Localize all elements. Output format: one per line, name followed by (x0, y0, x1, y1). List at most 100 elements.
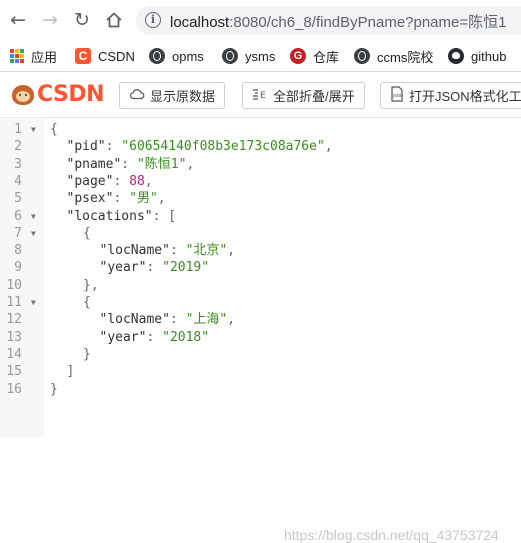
json-punctuation: : (146, 329, 163, 345)
json-key: "pname" (66, 156, 122, 172)
code-line[interactable]: 5 "psex": "男", (0, 190, 521, 207)
bookmark-label: CSDN (98, 48, 135, 64)
fold-toggle-icon[interactable]: ▼ (31, 225, 39, 242)
bookmark-ccms[interactable]: ccms院校 (354, 46, 433, 66)
json-key: "page" (66, 173, 114, 189)
json-editor[interactable]: 1 ▼ {2 "pid": "60654140f08b3e173c08a76e", 3 "… (0, 119, 521, 543)
code-line[interactable]: 9 "year": "2019" (0, 259, 521, 276)
line-number: 4 (14, 173, 22, 189)
address-bar[interactable]: i localhost:8080/ch6_8/findByPname?pname… (136, 6, 521, 35)
svg-text:E: E (260, 91, 266, 100)
watermark: https://blog.csdn.net/qq_43753724 (284, 527, 499, 543)
bookmark-repo[interactable]: G 仓库 (290, 46, 339, 66)
json-punctuation: : (169, 243, 186, 259)
json-punctuation: , (157, 191, 166, 207)
code-line[interactable]: 8 "locName": "北京", (0, 242, 521, 259)
bookmark-opms[interactable]: opms (149, 46, 204, 66)
bookmark-label: github (471, 48, 507, 64)
code-line[interactable]: 16} (0, 381, 521, 398)
csdn-logo: CSDN (12, 82, 105, 107)
code-text: "locations": [ (67, 208, 177, 225)
code-text: { (50, 121, 58, 138)
browser-toolbar: ← → ↻ i localhost:8080/ch6_8/findByPname… (0, 0, 521, 40)
json-punctuation: , (186, 156, 195, 172)
button-label: 全部折叠/展开 (273, 89, 355, 104)
bookmark-csdn[interactable]: C CSDN (75, 46, 135, 66)
code-line[interactable]: 2 "pid": "60654140f08b3e173c08a76e", (0, 138, 521, 155)
back-arrow-icon[interactable]: ← (7, 9, 29, 31)
open-json-formatter-button[interactable]: json 打开JSON格式化工具 (380, 82, 521, 109)
code-line[interactable]: 14} (0, 346, 521, 363)
json-punctuation: : (169, 312, 186, 328)
button-label: 显示原数据 (150, 89, 216, 104)
line-number: 1 (14, 122, 22, 137)
json-string: "男" (129, 191, 158, 207)
json-punctuation: } (50, 381, 58, 397)
home-icon[interactable] (103, 9, 125, 31)
github-icon (448, 48, 464, 64)
json-punctuation: { (50, 122, 58, 137)
line-number: 15 (6, 364, 22, 380)
bookmark-github[interactable]: github (448, 46, 506, 66)
collapse-all-button[interactable]: E 全部折叠/展开 (242, 82, 365, 109)
json-punctuation: ] (66, 364, 75, 380)
globe-icon (149, 48, 165, 64)
json-punctuation: : (105, 139, 122, 155)
json-punctuation: , (144, 173, 153, 189)
code-text: } (50, 381, 58, 398)
fold-toggle-icon[interactable]: ▼ (31, 121, 39, 138)
json-punctuation: , (324, 139, 333, 155)
json-punctuation: , (227, 243, 236, 259)
code-line[interactable]: 4 "page": 88, (0, 173, 521, 190)
json-punctuation: { (83, 225, 91, 241)
line-number: 16 (6, 381, 22, 397)
code-text: }, (83, 277, 99, 294)
json-number: 88 (129, 173, 145, 189)
json-punctuation: : (113, 191, 130, 207)
site-info-icon[interactable]: i (145, 12, 161, 28)
url-text[interactable]: localhost:8080/ch6_8/findByPname?pname=陈… (170, 11, 506, 32)
forward-arrow-icon[interactable]: → (39, 9, 61, 31)
reload-icon[interactable]: ↻ (71, 9, 93, 31)
line-number: 7 (14, 225, 22, 241)
fold-toggle-icon[interactable]: ▼ (31, 208, 39, 225)
fold-toggle-icon[interactable]: ▼ (31, 294, 39, 311)
json-string: "上海" (185, 312, 228, 328)
button-label: 打开JSON格式化工具 (409, 89, 521, 104)
code-line[interactable]: 15] (0, 363, 521, 380)
bookmark-ysms[interactable]: ysms (222, 46, 275, 66)
code-line[interactable]: 13 "year": "2018" (0, 329, 521, 346)
logo-text: CSDN (37, 82, 105, 107)
json-punctuation: , (227, 312, 236, 328)
code-text: "pname": "陈恒1", (67, 156, 195, 173)
code-text: "psex": "男", (67, 190, 166, 207)
code-text: } (83, 346, 91, 363)
code-line[interactable]: 7 ▼ { (0, 225, 521, 242)
code-line[interactable]: 1 ▼ { (0, 121, 521, 138)
code-line[interactable]: 10}, (0, 277, 521, 294)
json-string: "60654140f08b3e173c08a76e" (121, 139, 325, 155)
line-number: 14 (6, 346, 22, 362)
line-number: 9 (14, 260, 22, 276)
csdn-icon: C (75, 48, 91, 64)
line-number: 13 (6, 329, 22, 345)
line-number: 12 (6, 312, 22, 328)
bookmark-label: ysms (245, 48, 276, 64)
url-host: localhost (170, 14, 230, 31)
code-text: "page": 88, (67, 173, 153, 190)
collapse-icon: E (252, 88, 268, 103)
line-number: 8 (14, 243, 22, 259)
show-raw-button[interactable]: 显示原数据 (119, 82, 226, 109)
code-text: { (83, 225, 91, 242)
url-path: :8080/ch6_8/findByPname?pname=陈恒1 (229, 14, 507, 31)
code-text: "year": "2018" (100, 329, 210, 346)
json-punctuation: { (83, 295, 91, 310)
bookmark-apps[interactable]: 应用 (10, 46, 57, 66)
json-key: "year" (99, 260, 147, 276)
code-line[interactable]: 11 ▼ { (0, 294, 521, 311)
code-line[interactable]: 3 "pname": "陈恒1", (0, 156, 521, 173)
code-line[interactable]: 6 ▼ "locations": [ (0, 208, 521, 225)
line-number: 10 (6, 277, 22, 293)
json-punctuation: : (146, 260, 163, 276)
code-line[interactable]: 12 "locName": "上海", (0, 311, 521, 328)
